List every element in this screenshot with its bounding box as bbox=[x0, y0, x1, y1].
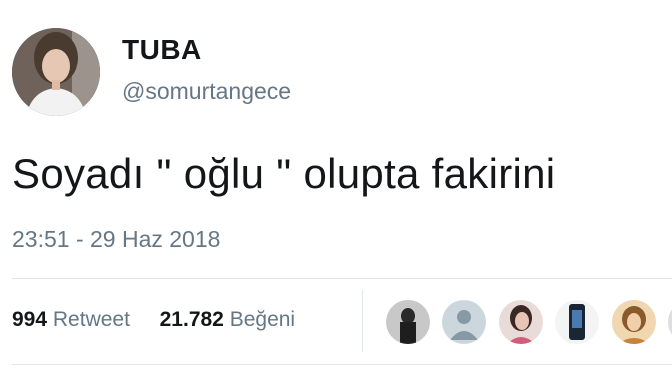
liker-avatar-6[interactable] bbox=[668, 300, 672, 344]
liker-avatar-5-icon bbox=[611, 300, 656, 344]
author-avatar[interactable] bbox=[12, 28, 100, 116]
author-name[interactable]: TUBA bbox=[122, 34, 202, 66]
avatar-photo-icon bbox=[12, 28, 100, 116]
stats-separator bbox=[362, 290, 363, 352]
liker-avatar-3[interactable] bbox=[498, 300, 543, 344]
divider-top bbox=[12, 278, 672, 279]
default-profile-icon bbox=[442, 300, 487, 344]
liker-avatar-1-icon bbox=[386, 300, 430, 344]
retweets-count: 994 bbox=[12, 308, 48, 331]
likers-avatars bbox=[386, 300, 672, 346]
engagement-stats: 994 Retweet 21.782 Beğeni bbox=[12, 308, 295, 332]
tweet-timestamp[interactable]: 23:51 - 29 Haz 2018 bbox=[12, 226, 220, 253]
liker-avatar-3-icon bbox=[498, 300, 543, 344]
retweets-stat[interactable]: 994 Retweet bbox=[12, 308, 136, 331]
likes-label: Beğeni bbox=[229, 308, 296, 331]
likes-count: 21.782 bbox=[159, 308, 224, 331]
liker-avatar-6-icon bbox=[668, 300, 672, 344]
tweet-text: Soyadı " oğlu " olupta fakirini bbox=[12, 150, 556, 197]
liker-avatar-1[interactable] bbox=[386, 300, 430, 344]
likes-stat[interactable]: 21.782 Beğeni bbox=[160, 308, 295, 331]
divider-bottom bbox=[12, 364, 672, 365]
liker-avatar-2[interactable] bbox=[442, 300, 487, 344]
tweet-card: TUBA @somurtangece Soyadı " oğlu " olupt… bbox=[0, 0, 672, 378]
liker-avatar-5[interactable] bbox=[611, 300, 656, 344]
retweets-label: Retweet bbox=[52, 308, 130, 331]
liker-avatar-4[interactable] bbox=[555, 300, 600, 344]
liker-avatar-4-icon bbox=[555, 300, 600, 344]
author-handle[interactable]: @somurtangece bbox=[122, 78, 291, 105]
